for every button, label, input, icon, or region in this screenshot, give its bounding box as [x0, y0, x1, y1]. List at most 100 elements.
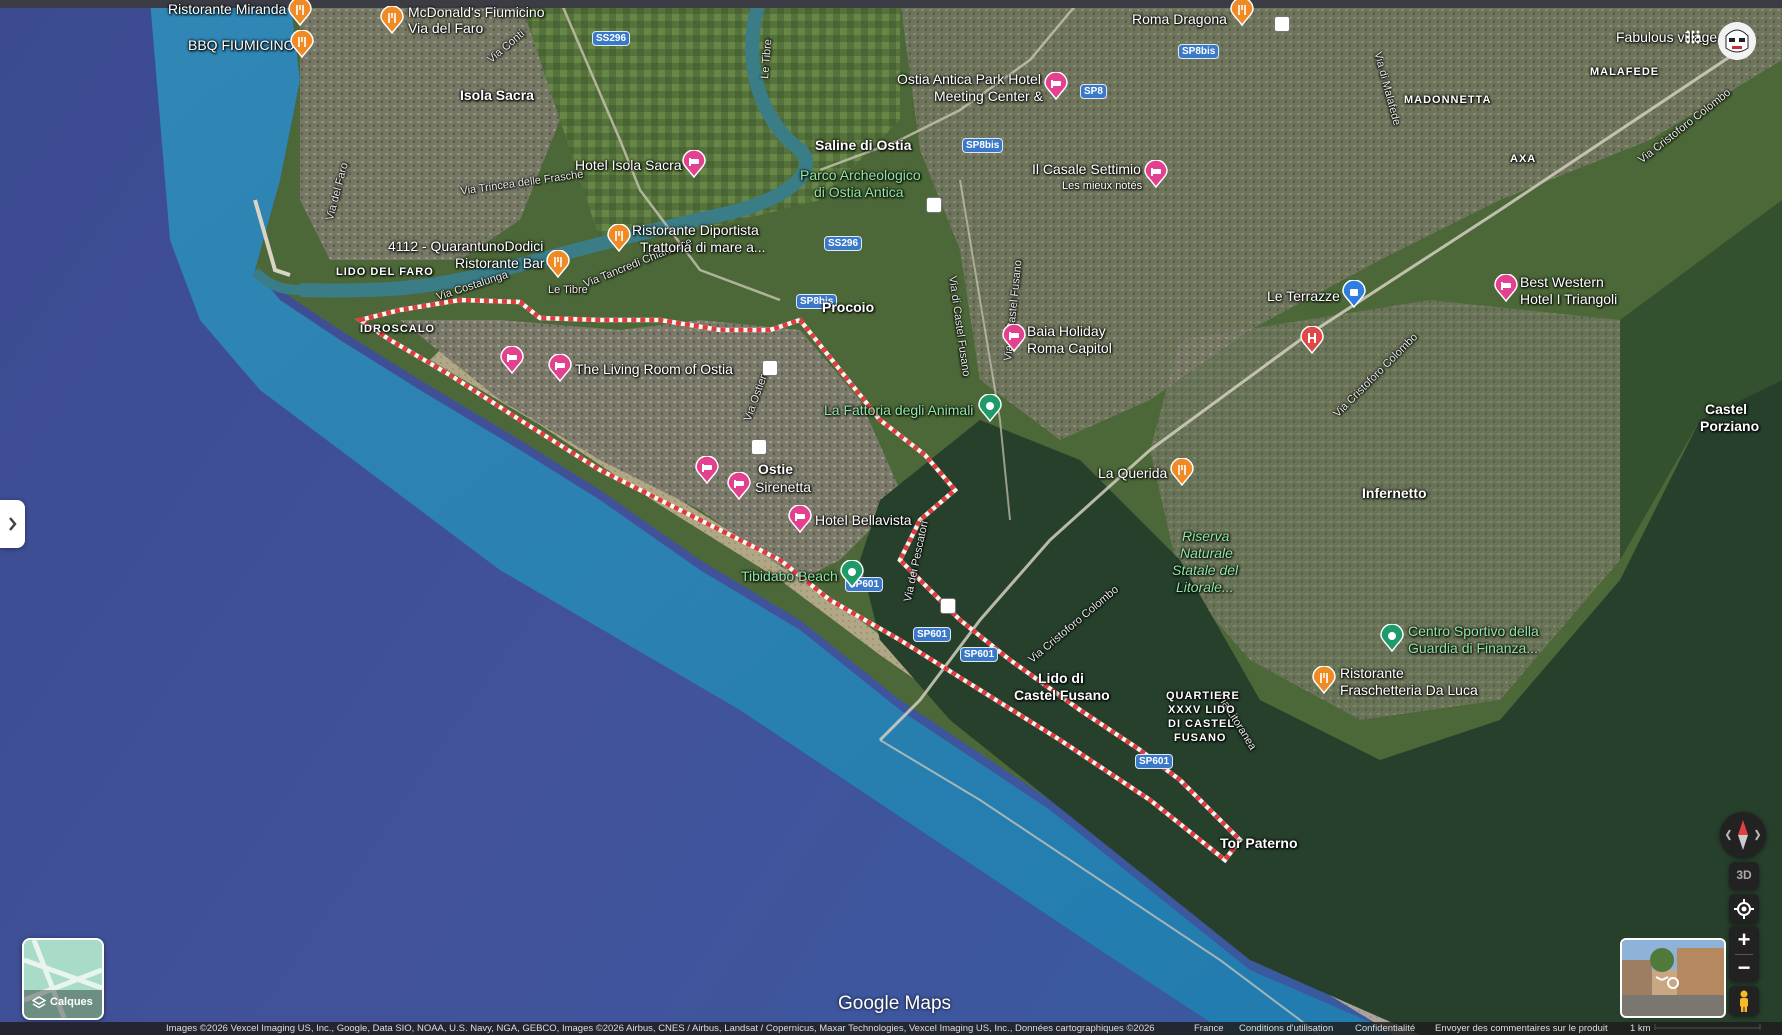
- road-shield: SS296: [824, 236, 863, 251]
- area-label: Ostie: [758, 461, 794, 477]
- footer-link-terms[interactable]: Conditions d'utilisation: [1239, 1022, 1333, 1035]
- google-maps-logo: Google Maps: [838, 993, 952, 1014]
- place-label[interactable]: La Querida: [1098, 465, 1167, 481]
- restaurant-pin-icon[interactable]: [1230, 0, 1254, 26]
- place-label[interactable]: Hotel I Triangoli: [1520, 291, 1617, 307]
- zoom-out-button[interactable]: −: [1729, 954, 1759, 982]
- apps-grid-icon[interactable]: [1686, 30, 1700, 44]
- place-label[interactable]: Hotel Bellavista: [815, 512, 912, 528]
- map-footer: Images ©2026 Vexcel Imaging US, Inc., Go…: [0, 1022, 1782, 1035]
- zoom-controls: + −: [1729, 926, 1759, 982]
- place-label[interactable]: Ristorante Diportista: [632, 222, 759, 238]
- area-label: Infernetto: [1362, 485, 1427, 501]
- place-label[interactable]: The Living Room of Ostia: [575, 361, 733, 377]
- footer-link-feedback[interactable]: Envoyer des commentaires sur le produit: [1435, 1022, 1608, 1035]
- place-label[interactable]: McDonald's Fiumicino: [408, 4, 545, 20]
- place-label[interactable]: Hotel Isola Sacra: [575, 157, 682, 173]
- place-label[interactable]: Via del Faro: [408, 20, 483, 36]
- place-label[interactable]: Best Western: [1520, 274, 1604, 290]
- place-label[interactable]: Tibidabo Beach: [741, 568, 838, 584]
- hospital-pin-icon[interactable]: [1300, 326, 1324, 354]
- place-label[interactable]: Roma Dragona: [1132, 11, 1227, 27]
- place-label[interactable]: Il Casale Settimio: [1032, 161, 1141, 177]
- transit-station-icon[interactable]: [1274, 16, 1290, 32]
- restaurant-pin-icon[interactable]: [607, 224, 631, 252]
- place-label[interactable]: Ristorante Miranda: [168, 1, 286, 17]
- transit-station-icon[interactable]: [926, 197, 942, 213]
- place-label[interactable]: Sirenetta: [755, 479, 811, 495]
- layers-button[interactable]: Calques: [22, 938, 104, 1020]
- expand-sidebar-button[interactable]: [0, 500, 25, 548]
- place-label[interactable]: Ristorante Bar: [455, 255, 544, 271]
- user-avatar[interactable]: [1718, 22, 1756, 60]
- my-location-button[interactable]: [1729, 894, 1759, 924]
- hotel-pin-icon[interactable]: [500, 346, 524, 374]
- place-label[interactable]: Baia Holiday: [1027, 323, 1106, 339]
- hotel-pin-icon[interactable]: [1494, 274, 1518, 302]
- place-label[interactable]: Guardia di Finanza...: [1408, 640, 1538, 656]
- road-shield: SP601: [913, 627, 952, 642]
- zoom-in-button[interactable]: +: [1729, 926, 1759, 954]
- restaurant-pin-icon[interactable]: [546, 250, 570, 278]
- stormtrooper-avatar-icon: [1718, 22, 1756, 60]
- area-label: Tor Paterno: [1220, 835, 1298, 851]
- footer-link-country[interactable]: France: [1194, 1022, 1224, 1035]
- park-pin-icon[interactable]: [978, 394, 1002, 422]
- road-label: Le Tibre: [548, 284, 588, 296]
- area-label: DI CASTEL: [1168, 718, 1236, 730]
- compass-button[interactable]: [1720, 812, 1766, 858]
- area-label: MADONNETTA: [1404, 94, 1492, 106]
- place-label[interactable]: Le Terrazze: [1267, 288, 1340, 304]
- hotel-pin-icon[interactable]: [1002, 324, 1026, 352]
- area-label: Castel Fusano: [1014, 687, 1110, 703]
- restaurant-pin-icon[interactable]: [380, 6, 404, 34]
- shopping-pin-icon[interactable]: [1342, 280, 1366, 308]
- hotel-pin-icon[interactable]: [1044, 72, 1068, 100]
- footer-link-privacy[interactable]: Confidentialité: [1355, 1022, 1415, 1035]
- hotel-pin-icon[interactable]: [682, 150, 706, 178]
- park-label[interactable]: di Ostia Antica: [814, 184, 904, 200]
- road-shield: SP8: [1080, 84, 1107, 99]
- place-label[interactable]: Trattoria di mare a...: [640, 239, 766, 255]
- transit-station-icon[interactable]: [751, 439, 767, 455]
- hotel-pin-icon[interactable]: [727, 472, 751, 500]
- road-shield: SP601: [960, 647, 999, 662]
- pegman-icon: [1740, 990, 1748, 1012]
- transit-station-icon[interactable]: [940, 598, 956, 614]
- area-label: AXA: [1510, 153, 1537, 165]
- park-pin-icon[interactable]: [1380, 624, 1404, 652]
- place-label[interactable]: Fraschetteria Da Luca: [1340, 682, 1478, 698]
- street-view-preview[interactable]: [1620, 938, 1726, 1018]
- place-label[interactable]: 4112 - QuarantunoDodici: [388, 238, 543, 254]
- restaurant-pin-icon[interactable]: [1312, 666, 1336, 694]
- hotel-pin-icon[interactable]: [788, 505, 812, 533]
- area-label: MALAFEDE: [1590, 66, 1660, 78]
- pegman-button[interactable]: [1729, 986, 1759, 1016]
- restaurant-pin-icon[interactable]: [288, 0, 312, 26]
- park-label[interactable]: Parco Archeologico: [800, 167, 921, 183]
- place-label[interactable]: Centro Sportivo della: [1408, 623, 1539, 639]
- hotel-pin-icon[interactable]: [1144, 160, 1168, 188]
- place-label[interactable]: Meeting Center &: [934, 88, 1043, 104]
- park-label[interactable]: La Fattoria degli Animali: [824, 402, 973, 418]
- park-label[interactable]: Naturale: [1180, 545, 1233, 561]
- transit-station-icon[interactable]: [762, 360, 778, 376]
- park-label[interactable]: Statale del: [1172, 562, 1238, 578]
- 3d-toggle-button[interactable]: 3D: [1729, 862, 1759, 890]
- place-label[interactable]: BBQ FIUMICINO: [188, 37, 295, 53]
- restaurant-pin-icon[interactable]: [290, 30, 314, 58]
- place-label[interactable]: Roma Capitol: [1027, 340, 1112, 356]
- map-view[interactable]: Via del Faro Via Trincea delle Frasche V…: [0, 0, 1782, 1035]
- hotel-pin-icon[interactable]: [695, 456, 719, 484]
- place-label[interactable]: Ristorante: [1340, 665, 1404, 681]
- park-label[interactable]: Riserva: [1182, 528, 1229, 544]
- road-shield: SP8bis: [1178, 44, 1220, 59]
- place-label[interactable]: Fabulous village: [1616, 29, 1717, 45]
- area-label: Lido di: [1038, 670, 1084, 686]
- park-pin-icon[interactable]: [840, 560, 864, 588]
- hotel-pin-icon[interactable]: [548, 354, 572, 382]
- place-label[interactable]: Ostia Antica Park Hotel: [897, 71, 1041, 87]
- area-label: LIDO DEL FARO: [336, 266, 434, 278]
- park-label[interactable]: Litorale...: [1176, 579, 1234, 595]
- restaurant-pin-icon[interactable]: [1170, 458, 1194, 486]
